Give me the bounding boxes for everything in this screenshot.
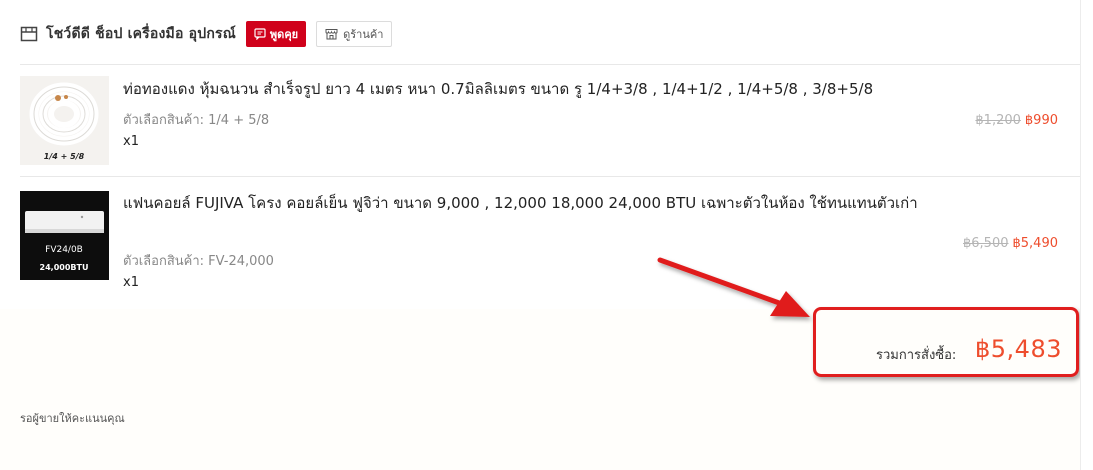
product-quantity: x1 (123, 134, 139, 149)
product-image-caption-btu: 24,000BTU (40, 263, 89, 272)
original-price: ฿1,200 (975, 113, 1021, 128)
product-image[interactable]: FV24/0B 24,000BTU (20, 191, 109, 280)
rating-status-text: รอผู้ขายให้คะแนนคุณ (20, 412, 125, 425)
order-detail-page: โชว์ดีดี ช็อป เครื่องมือ อุปกรณ์ พูดคุย … (0, 0, 1093, 470)
scrollbar-track[interactable] (1080, 0, 1093, 470)
product-image-caption: 1/4 + 5/8 (44, 152, 85, 161)
chat-button-label: พูดคุย (269, 28, 299, 41)
sale-price: ฿5,490 (1012, 236, 1059, 251)
product-title[interactable]: ท่อทองแดง หุ้มฉนวน สำเร็จรูป ยาว 4 เมตร … (123, 77, 923, 101)
product-variant: ตัวเลือกสินค้า: FV-24,000 (123, 254, 274, 269)
sale-price: ฿990 (1024, 113, 1058, 128)
product-variant: ตัวเลือกสินค้า: 1/4 + 5/8 (123, 113, 270, 128)
product-title[interactable]: แฟนคอยล์ FUJIVA โครง คอยล์เย็น ฟูจิว่า ข… (123, 191, 923, 215)
shop-front-icon (325, 29, 338, 40)
view-shop-button-label: ดูร้านค้า (343, 28, 384, 41)
store-icon (20, 26, 38, 42)
chat-button[interactable]: พูดคุย (245, 21, 307, 47)
order-status-section (0, 391, 1081, 470)
price-box: ฿1,200 ฿990 (975, 113, 1058, 128)
order-total-label: รวมการสั่งซื้อ: (876, 348, 957, 363)
original-price: ฿6,500 (963, 236, 1009, 251)
shop-name[interactable]: โชว์ดีดี ช็อป เครื่องมือ อุปกรณ์ (46, 23, 236, 45)
order-item-row[interactable]: 1/4 + 5/8 ท่อทองแดง หุ้มฉนวน สำเร็จรูป ย… (20, 64, 1087, 177)
shop-header: โชว์ดีดี ช็อป เครื่องมือ อุปกรณ์ พูดคุย … (20, 20, 393, 48)
product-quantity: x1 (123, 275, 139, 290)
view-shop-button[interactable]: ดูร้านค้า (316, 21, 393, 47)
product-image-caption-model: FV24/0B (45, 245, 83, 255)
order-total-value: ฿5,483 (975, 335, 1062, 363)
product-image[interactable]: 1/4 + 5/8 (20, 76, 109, 165)
order-item-row[interactable]: FV24/0B 24,000BTU แฟนคอยล์ FUJIVA โครง ค… (20, 176, 1087, 310)
chat-icon (254, 28, 266, 40)
price-box: ฿6,500 ฿5,490 (963, 236, 1058, 251)
annotation-arrow-icon (657, 257, 810, 317)
